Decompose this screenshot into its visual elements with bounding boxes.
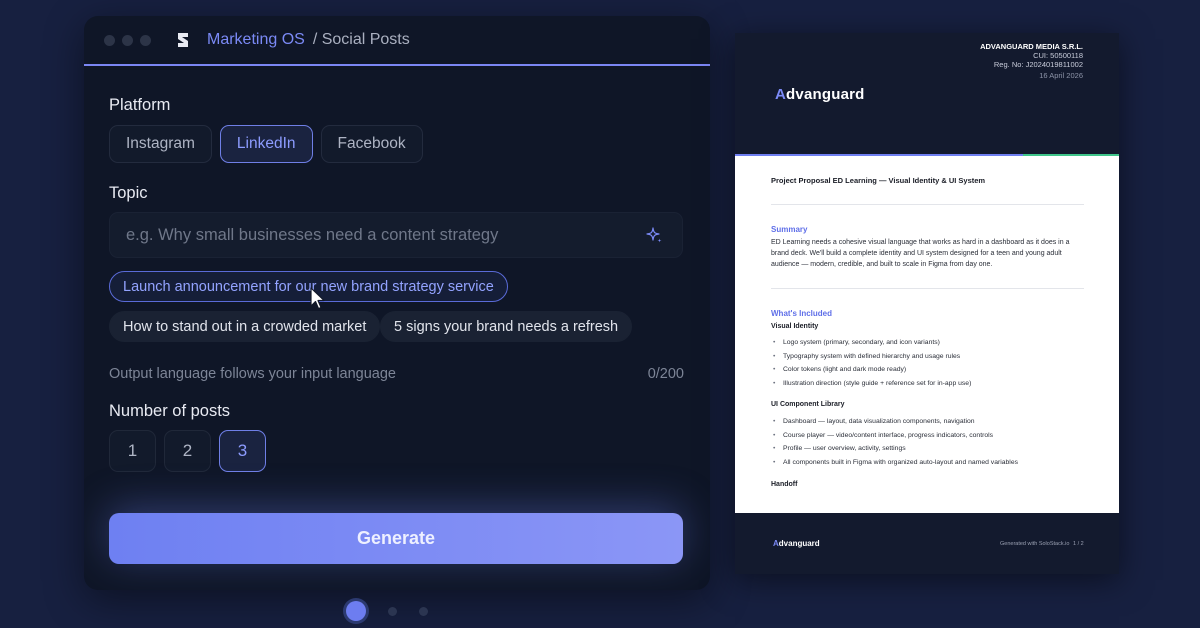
doc-date: 16 April 2026: [1039, 71, 1083, 80]
platform-option-instagram[interactable]: Instagram: [109, 125, 212, 163]
app-window: Marketing OS / Social Posts Platform Ins…: [84, 16, 710, 590]
app-name[interactable]: Marketing OS: [207, 31, 305, 49]
summary-text: ED Learning needs a cohesive visual lang…: [771, 239, 1070, 268]
pager-dot[interactable]: [346, 601, 366, 621]
proposal-document: ADVANGUARD MEDIA S.R.L. CUI: 50500118 Re…: [735, 33, 1119, 574]
mouse-pointer-icon: [310, 287, 325, 310]
ui-library-list: Dashboard — layout, data visualization c…: [771, 418, 1018, 473]
suggestion-chip[interactable]: How to stand out in a crowded market: [109, 311, 381, 342]
divider: [771, 204, 1084, 205]
company-info: ADVANGUARD MEDIA S.R.L. CUI: 50500118 Re…: [980, 42, 1083, 80]
maximize-window-dot[interactable]: [140, 34, 151, 46]
list-item: All components built in Figma with organ…: [771, 459, 1018, 473]
posts-label: Number of posts: [109, 402, 231, 420]
doc-body: Project Proposal ED Learning — Visual Id…: [735, 156, 1119, 513]
posts-option-2[interactable]: 2: [164, 430, 211, 472]
list-item: Profile — user overview, activity, setti…: [771, 445, 1018, 459]
included-heading: What's Included: [771, 309, 833, 318]
sparkle-icon[interactable]: [644, 226, 664, 246]
handoff-heading: Handoff: [771, 481, 798, 488]
page-number: 1 / 2: [1073, 541, 1084, 547]
topic-input[interactable]: [126, 225, 626, 245]
company-name: ADVANGUARD MEDIA S.R.L.: [980, 42, 1083, 51]
platform-selector: Instagram LinkedIn Facebook: [109, 125, 423, 163]
footer-logo: Advanguard: [773, 539, 820, 548]
list-item: Logo system (primary, secondary, and ico…: [771, 339, 971, 353]
list-item: Course player — video/content interface,…: [771, 432, 1018, 446]
doc-header: ADVANGUARD MEDIA S.R.L. CUI: 50500118 Re…: [735, 33, 1119, 155]
language-hint: Output language follows your input langu…: [109, 366, 396, 382]
suggestion-chip[interactable]: 5 signs your brand needs a refresh: [380, 311, 633, 342]
company-cui: CUI: 50500118: [1033, 51, 1083, 60]
visual-identity-list: Logo system (primary, secondary, and ico…: [771, 339, 971, 394]
pager-dot[interactable]: [388, 606, 397, 616]
list-item: Color tokens (light and dark mode ready): [771, 366, 971, 380]
ui-library-heading: UI Component Library: [771, 401, 845, 408]
company-reg: Reg. No: J2024019811002: [993, 60, 1083, 69]
posts-option-3[interactable]: 3: [219, 430, 266, 472]
title-bar: Marketing OS / Social Posts: [84, 16, 710, 66]
topic-label: Topic: [109, 184, 148, 202]
generate-button[interactable]: Generate: [109, 513, 683, 564]
suggestion-chip[interactable]: Launch announcement for our new brand st…: [109, 271, 508, 302]
platform-label: Platform: [109, 96, 171, 114]
posts-selector: 1 2 3: [109, 430, 266, 472]
posts-option-1[interactable]: 1: [109, 430, 156, 472]
list-item: Typography system with defined hierarchy…: [771, 353, 971, 367]
divider: [771, 288, 1084, 289]
pager-dot[interactable]: [419, 606, 428, 616]
topic-field: [109, 212, 683, 258]
app-logo-icon: [178, 33, 188, 47]
summary-heading: Summary: [771, 225, 808, 234]
breadcrumb: / Social Posts: [312, 31, 410, 48]
carousel-pager: [346, 601, 428, 621]
platform-option-linkedin[interactable]: LinkedIn: [219, 125, 313, 163]
doc-title: Project Proposal ED Learning — Visual Id…: [771, 176, 986, 185]
topic-helper-row: Output language follows your input langu…: [109, 366, 684, 382]
platform-option-facebook[interactable]: Facebook: [320, 125, 423, 163]
visual-identity-heading: Visual Identity: [771, 323, 819, 330]
window-controls: [104, 34, 151, 46]
close-window-dot[interactable]: [104, 34, 115, 46]
minimize-window-dot[interactable]: [122, 34, 133, 46]
list-item: Dashboard — layout, data visualization c…: [771, 418, 1018, 432]
brand-logo: Advanguard: [775, 86, 865, 103]
list-item: Illustration direction (style guide + re…: [771, 380, 971, 394]
doc-footer: Advanguard Generated with SoloStack.io 1…: [735, 513, 1119, 574]
character-counter: 0/200: [647, 366, 684, 382]
generated-with: Generated with SoloStack.io: [1000, 541, 1070, 547]
